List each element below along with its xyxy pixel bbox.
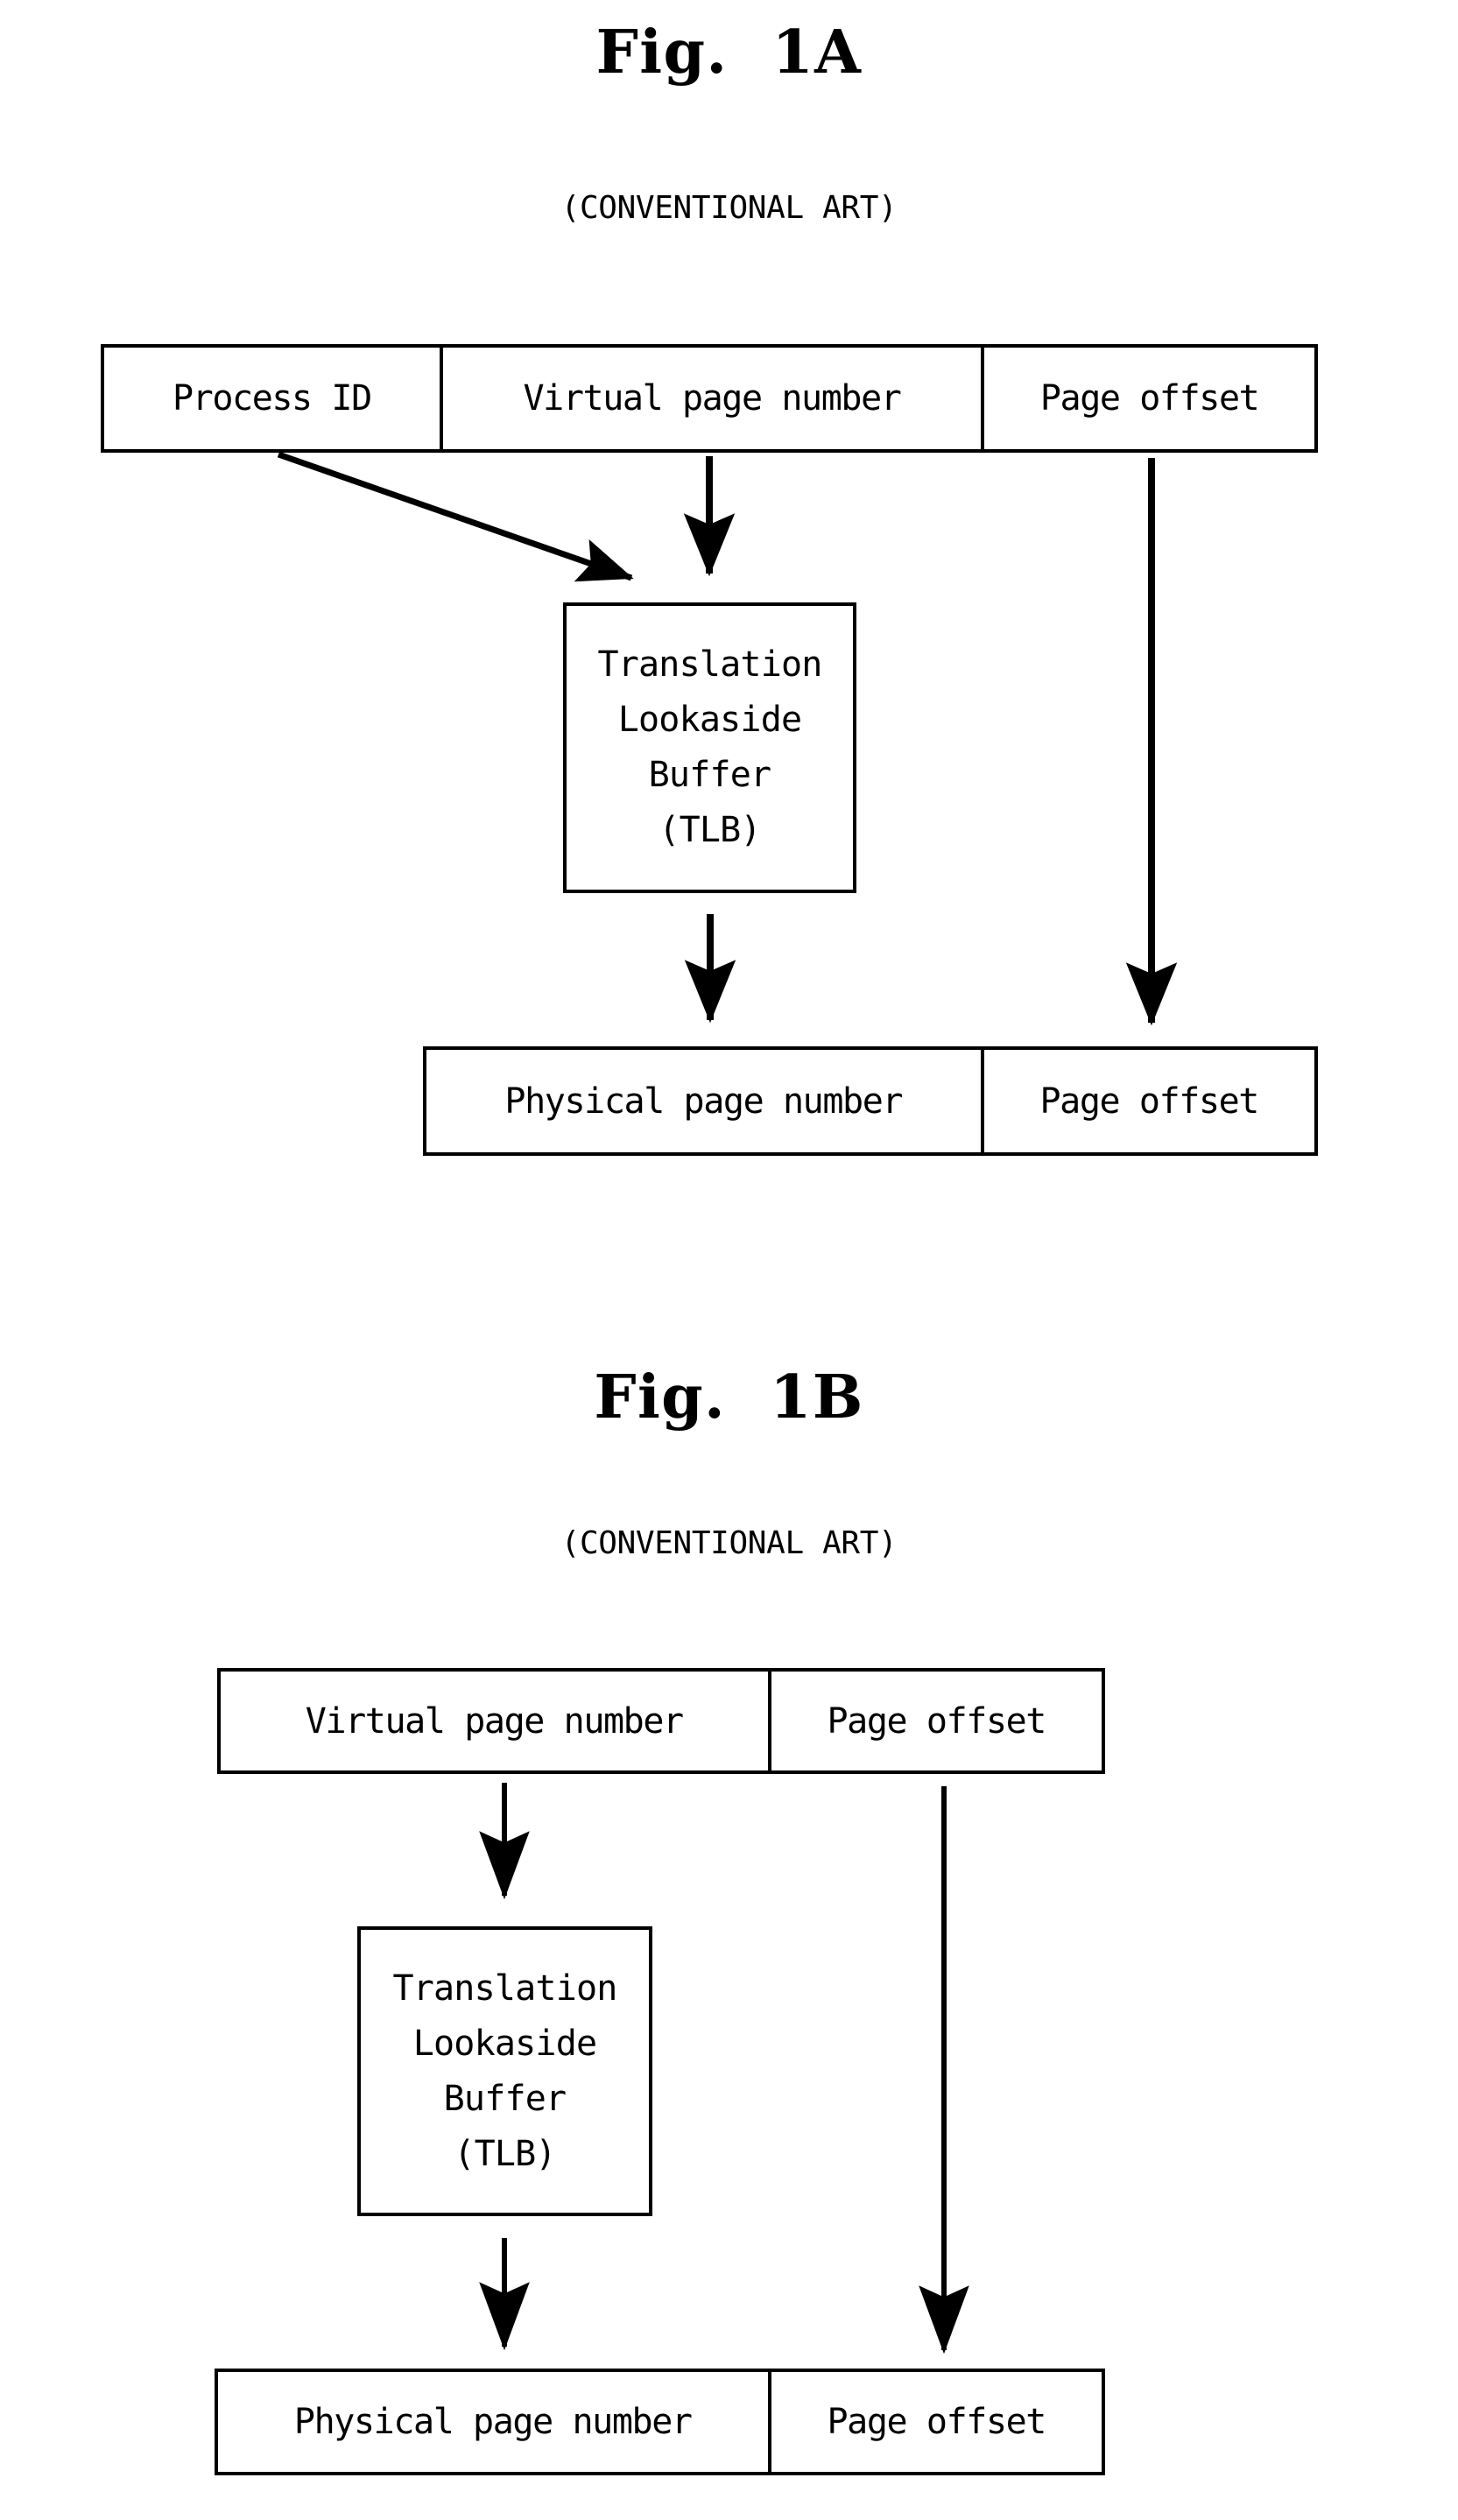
fig-1b-virtual-address-row: Virtual page number Page offset (217, 1668, 1105, 1774)
fig-1a-cell-virtual-page-number: Virtual page number (439, 348, 981, 449)
fig-1a-virtual-address-row: Process ID Virtual page number Page offs… (101, 344, 1318, 453)
fig-1a-process-id-to-tlb-arrow (277, 451, 634, 582)
fig-1b-cell-page-offset: Page offset (767, 1672, 1102, 1770)
fig-1a-tlb-line-tlb-abbrev: (TLB) (659, 810, 761, 850)
fig-1a-tlb-box: Translation Lookaside Buffer (TLB) (563, 602, 856, 893)
fig-1b-physical-address-row: Physical page number Page offset (215, 2369, 1105, 2475)
figure-1a-subtitle: (CONVENTIONAL ART) (560, 190, 898, 226)
fig-1b-cell-physical-page-number: Physical page number (293, 2402, 693, 2442)
fig-1a-cell-page-offset: Page offset (981, 348, 1314, 449)
figure-1b-title: Fig. 1B (594, 1362, 864, 1432)
fig-1b-tlb-line-lookaside: Lookaside (412, 2023, 597, 2064)
fig-1b-cell-page-offset-out: Page offset (767, 2372, 1102, 2472)
fig-1b-tlb-line-tlb-abbrev: (TLB) (454, 2133, 556, 2174)
fig-1b-cell-virtual-page-number: Virtual page number (305, 1700, 684, 1742)
fig-1a-physical-address-row: Physical page number Page offset (423, 1046, 1318, 1156)
fig-1a-cell-page-offset-out: Page offset (980, 1050, 1315, 1152)
fig-1a-tlb-line-translation: Translation (597, 644, 822, 685)
patent-drawing-sheet: Fig. 1A (CONVENTIONAL ART) Process ID Vi… (0, 0, 1458, 2520)
fig-1a-cell-process-id: Process ID (172, 378, 372, 419)
fig-1a-tlb-line-buffer: Buffer (648, 755, 772, 795)
fig-1b-tlb-line-translation: Translation (392, 1967, 617, 2009)
fig-1b-tlb-box: Translation Lookaside Buffer (TLB) (357, 1926, 652, 2216)
fig-1a-cell-physical-page-number: Physical page number (504, 1081, 903, 1122)
fig-1b-tlb-line-buffer: Buffer (443, 2078, 567, 2119)
figure-1a-title: Fig. 1A (595, 18, 863, 88)
figure-1b-subtitle: (CONVENTIONAL ART) (560, 1525, 898, 1561)
fig-1a-tlb-line-lookaside: Lookaside (617, 700, 802, 740)
